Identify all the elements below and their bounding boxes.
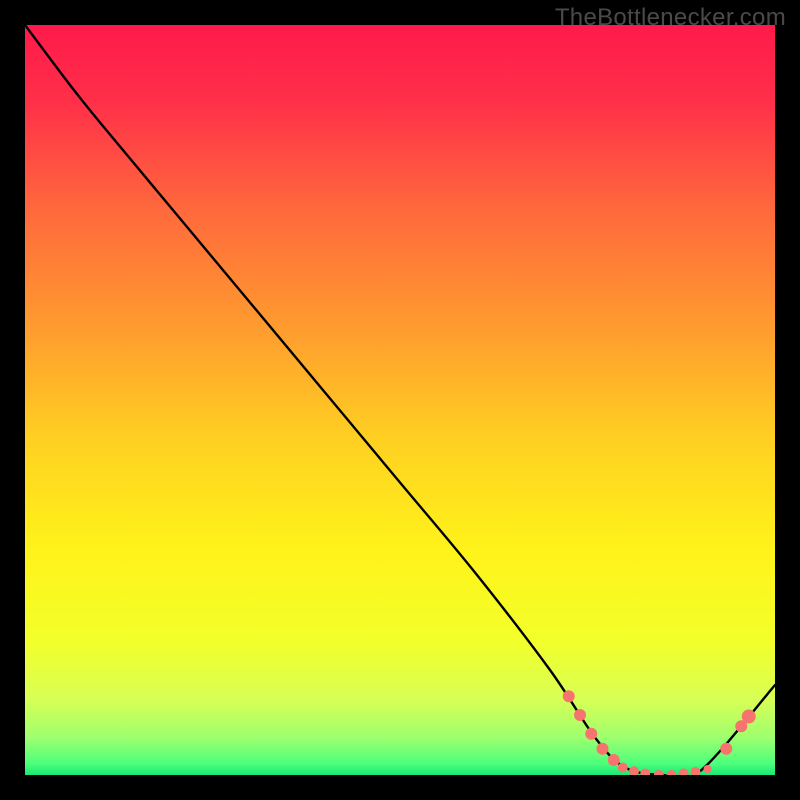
marker-dot	[618, 763, 628, 773]
marker-dot	[608, 754, 620, 766]
marker-dot	[720, 743, 732, 755]
plot-area	[25, 25, 775, 775]
marker-dot	[742, 710, 756, 724]
marker-dot	[704, 765, 712, 773]
marker-dot	[574, 709, 586, 721]
gradient-background	[25, 25, 775, 775]
watermark-text: TheBottlenecker.com	[555, 4, 786, 32]
bottleneck-chart	[25, 25, 775, 775]
chart-frame: TheBottlenecker.com	[0, 0, 800, 800]
marker-dot	[563, 690, 575, 702]
marker-dot	[597, 743, 609, 755]
marker-dot	[585, 728, 597, 740]
